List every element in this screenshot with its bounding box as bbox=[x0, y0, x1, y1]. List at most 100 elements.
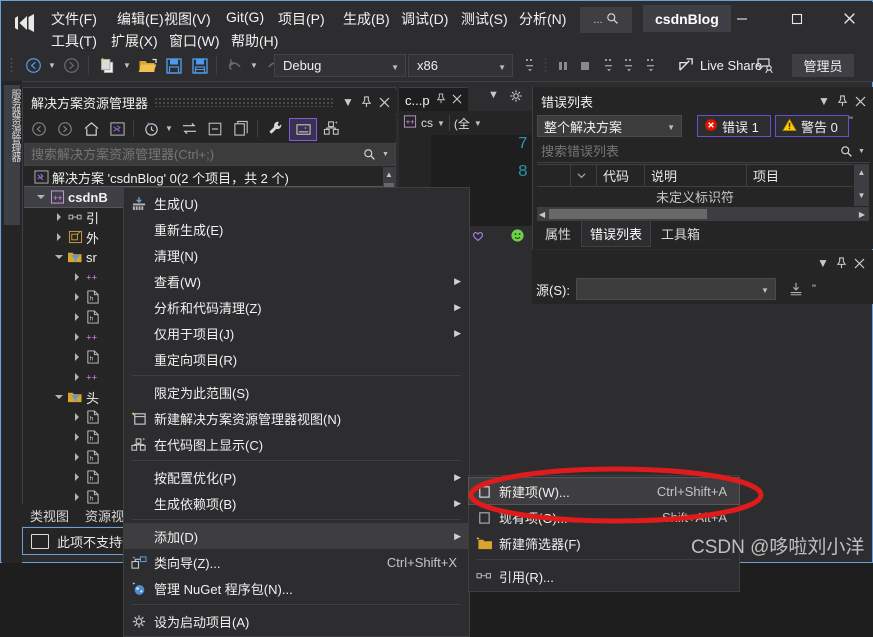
properties-wrench-icon[interactable] bbox=[263, 118, 287, 139]
new-project-icon[interactable] bbox=[96, 54, 120, 77]
menu-test[interactable]: 测试(S) bbox=[457, 7, 512, 31]
menu-item[interactable]: 设为启动项目(A) bbox=[124, 608, 469, 634]
expander-closed-icon[interactable] bbox=[70, 313, 84, 321]
pin-icon[interactable] bbox=[357, 92, 375, 112]
menu-item[interactable]: 引用(R)... bbox=[469, 563, 739, 589]
menu-item[interactable]: 管理 NuGet 程序包(N)... bbox=[124, 575, 469, 601]
tree-row-solution[interactable]: 解决方案 'csdnBlog' 0(2 个项目，共 2 个) bbox=[24, 167, 395, 187]
pause-icon[interactable] bbox=[554, 54, 572, 77]
col-blank-1[interactable] bbox=[537, 165, 571, 186]
warnings-toggle[interactable]: 警告 0 bbox=[775, 115, 849, 137]
live-share-button[interactable]: Live Share bbox=[678, 55, 762, 76]
scroll-right-arrow[interactable]: ▶ bbox=[859, 210, 865, 219]
menu-analyze[interactable]: 分析(N) bbox=[515, 7, 570, 31]
expander-open-icon[interactable] bbox=[52, 395, 66, 399]
col-description[interactable]: 说明 bbox=[645, 165, 747, 186]
menu-item[interactable]: 添加(D) ▶ bbox=[124, 523, 469, 549]
menu-item[interactable]: 仅用于项目(J) ▶ bbox=[124, 320, 469, 346]
menu-item[interactable]: 限定为此范围(S) bbox=[124, 379, 469, 405]
error-search-input[interactable] bbox=[537, 143, 834, 160]
nav-scope-combo[interactable]: + + cs ▼ bbox=[399, 113, 449, 133]
menu-debug[interactable]: 调试(D) bbox=[397, 7, 452, 31]
chevron-down-icon[interactable]: ▼ bbox=[488, 89, 499, 101]
close-icon[interactable] bbox=[851, 91, 869, 111]
pin-icon[interactable] bbox=[832, 253, 850, 273]
save-icon[interactable] bbox=[162, 54, 186, 77]
error-table-vertical-scrollbar[interactable]: ▲ ▼ bbox=[854, 164, 869, 206]
search-dropdown-arrow[interactable]: ▼ bbox=[858, 148, 870, 155]
nav-member-combo[interactable]: (全 ▼ bbox=[450, 113, 486, 133]
expander-closed-icon[interactable] bbox=[70, 373, 84, 381]
close-button[interactable] bbox=[827, 5, 871, 32]
menu-item[interactable]: 生成(U) bbox=[124, 190, 469, 216]
minimize-button[interactable] bbox=[720, 5, 764, 32]
chevron-down-icon[interactable]: ▼ bbox=[815, 91, 833, 111]
undo-dropdown-arrow[interactable]: ▼ bbox=[248, 54, 260, 77]
tab-error-list[interactable]: 错误列表 bbox=[581, 219, 652, 247]
menu-item[interactable]: 新建项(W)... Ctrl+Shift+A bbox=[468, 477, 740, 505]
close-icon[interactable] bbox=[452, 94, 462, 107]
menu-item[interactable]: 类向导(Z)... Ctrl+Shift+X bbox=[124, 549, 469, 575]
chevron-down-icon[interactable]: ▼ bbox=[339, 92, 357, 112]
sync-with-active-document-icon[interactable] bbox=[177, 118, 201, 139]
editor-tab-cpp[interactable]: c...p bbox=[399, 87, 468, 112]
back-icon[interactable] bbox=[27, 118, 51, 139]
home-icon[interactable] bbox=[79, 118, 103, 139]
step-over-icon[interactable] bbox=[620, 54, 638, 77]
tab-class-view[interactable]: 类视图 bbox=[22, 504, 77, 527]
scroll-up-arrow[interactable]: ▲ bbox=[383, 167, 395, 181]
error-list-search[interactable]: ▼ bbox=[537, 141, 870, 163]
build-configuration-combo[interactable]: Debug ▼ bbox=[274, 54, 406, 77]
expander-closed-icon[interactable] bbox=[70, 353, 84, 361]
tab-properties[interactable]: 属性 bbox=[537, 221, 579, 246]
scroll-up-arrow[interactable]: ▲ bbox=[854, 165, 869, 179]
menu-project[interactable]: 项目(P) bbox=[274, 7, 329, 31]
show-all-files-icon[interactable] bbox=[229, 118, 253, 139]
collapse-all-icon[interactable] bbox=[203, 118, 227, 139]
expander-closed-icon[interactable] bbox=[70, 413, 84, 421]
menu-item[interactable]: 分析和代码清理(Z) ▶ bbox=[124, 294, 469, 320]
search-dropdown-arrow[interactable]: ▼ bbox=[382, 151, 394, 158]
view-class-diagram-icon[interactable] bbox=[319, 118, 343, 139]
chevron-down-icon[interactable]: ▼ bbox=[814, 253, 832, 273]
build-platform-combo[interactable]: x86 ▼ bbox=[408, 54, 513, 77]
stop-icon[interactable] bbox=[576, 54, 594, 77]
error-scope-combo[interactable]: 整个解决方案 ▼ bbox=[537, 115, 682, 137]
expander-open-icon[interactable] bbox=[34, 195, 48, 199]
open-folder-icon[interactable] bbox=[136, 54, 160, 77]
error-list-overflow[interactable]: " bbox=[849, 116, 853, 127]
undo-icon[interactable] bbox=[224, 54, 246, 77]
run-dropdown-group[interactable] bbox=[520, 54, 540, 77]
feedback-icon[interactable] bbox=[754, 54, 776, 77]
server-explorer-tab[interactable]: 服务器资源管理器 bbox=[4, 85, 20, 225]
expander-closed-icon[interactable] bbox=[70, 433, 84, 441]
menu-build[interactable]: 生成(B) bbox=[339, 7, 394, 31]
solution-icon[interactable] bbox=[105, 118, 129, 139]
new-project-dropdown-arrow[interactable]: ▼ bbox=[121, 54, 133, 77]
search-input[interactable] bbox=[25, 146, 356, 163]
apply-icon[interactable] bbox=[786, 281, 806, 297]
navigate-forward-icon[interactable] bbox=[60, 54, 82, 77]
search-icon[interactable] bbox=[356, 148, 382, 161]
save-all-icon[interactable] bbox=[188, 54, 212, 77]
pin-icon[interactable] bbox=[436, 93, 446, 107]
expander-open-icon[interactable] bbox=[52, 255, 66, 259]
menu-item[interactable]: 重新生成(E) bbox=[124, 216, 469, 242]
expander-closed-icon[interactable] bbox=[70, 473, 84, 481]
menu-git[interactable]: Git(G) bbox=[222, 7, 268, 27]
solution-explorer-search[interactable]: ▼ bbox=[24, 143, 395, 166]
menu-item[interactable]: 查看(W) ▶ bbox=[124, 268, 469, 294]
pin-icon[interactable] bbox=[833, 91, 851, 111]
table-row[interactable]: 未定义标识符 bbox=[537, 186, 853, 206]
back-dropdown-arrow[interactable]: ▼ bbox=[46, 54, 58, 77]
forward-icon[interactable] bbox=[53, 118, 77, 139]
maximize-button[interactable] bbox=[775, 5, 819, 32]
smiley-ok-icon[interactable] bbox=[510, 228, 525, 246]
menu-item[interactable]: 重定向项目(R) bbox=[124, 346, 469, 372]
expander-closed-icon[interactable] bbox=[52, 233, 66, 241]
navigate-back-icon[interactable] bbox=[22, 54, 44, 77]
step-out-icon[interactable] bbox=[642, 54, 660, 77]
gear-icon[interactable] bbox=[509, 89, 523, 106]
expander-closed-icon[interactable] bbox=[70, 273, 84, 281]
menu-item[interactable]: 按配置优化(P) ▶ bbox=[124, 464, 469, 490]
